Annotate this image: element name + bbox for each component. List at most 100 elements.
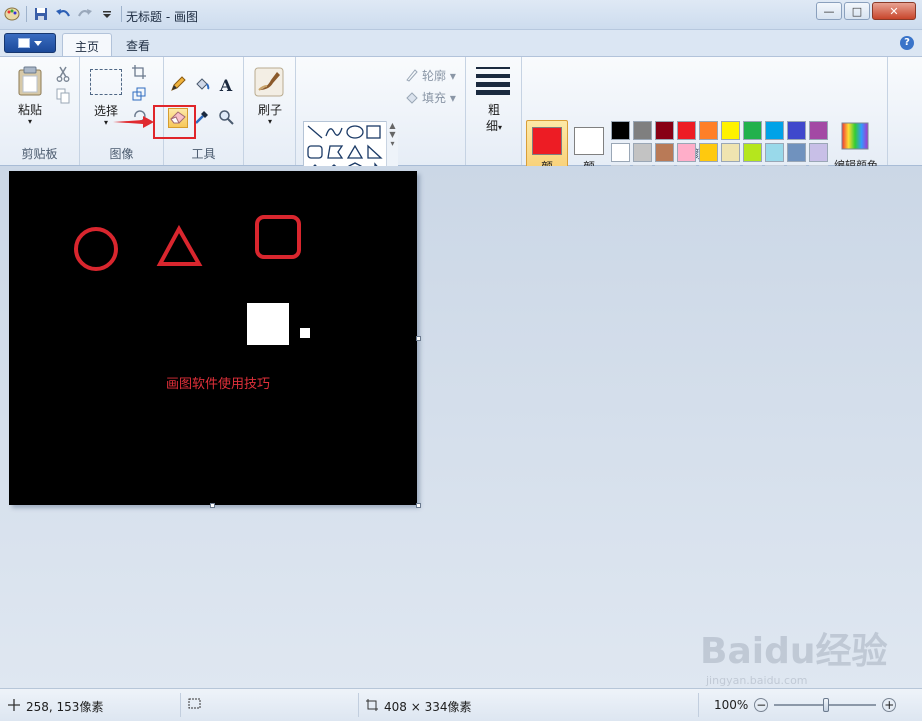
separator <box>26 6 27 22</box>
save-icon[interactable] <box>33 6 49 22</box>
resize-icon[interactable] <box>130 85 148 103</box>
crop-icon[interactable] <box>130 63 148 81</box>
status-separator <box>180 693 181 717</box>
status-separator <box>358 693 359 717</box>
cut-icon[interactable] <box>54 65 72 83</box>
palette-color-swatch[interactable] <box>699 143 718 162</box>
minimize-icon: — <box>823 4 835 18</box>
tab-home[interactable]: 主页 <box>62 33 113 56</box>
palette-color-swatch[interactable] <box>655 121 674 140</box>
paste-dropdown-icon[interactable]: ▾ <box>8 117 52 126</box>
selection-icon <box>188 698 202 713</box>
size-label-1[interactable]: 粗 <box>472 101 516 118</box>
pencil-tool[interactable] <box>168 75 188 95</box>
size-label-2[interactable]: 细▾ <box>472 117 516 134</box>
drawing-canvas[interactable]: 画图软件使用技巧 <box>9 171 417 505</box>
ribbon-tab-row: 主页 查看 ? <box>0 30 922 56</box>
zoom-slider[interactable] <box>774 698 877 712</box>
color2-swatch <box>574 127 604 155</box>
tools-group-label: 工具 <box>191 147 216 161</box>
palette-color-swatch[interactable] <box>765 143 784 162</box>
resize-handle-bottom[interactable] <box>210 503 215 508</box>
pencil-icon <box>170 75 186 95</box>
help-icon[interactable]: ? <box>900 36 914 50</box>
palette-color-swatch[interactable] <box>809 143 828 162</box>
zoom-controls: 100% − + <box>714 698 897 712</box>
palette-color-swatch[interactable] <box>633 143 652 162</box>
undo-icon[interactable] <box>55 6 71 22</box>
canvas-size-text: 408 × 334像素 <box>384 700 472 714</box>
palette-color-swatch[interactable] <box>765 121 784 140</box>
palette-color-swatch[interactable] <box>721 121 740 140</box>
paste-label[interactable]: 粘贴 <box>8 101 52 118</box>
fill-tool[interactable] <box>192 75 212 95</box>
brush-icon[interactable] <box>252 65 286 99</box>
palette-color-swatch[interactable] <box>677 143 696 162</box>
clipboard-group: 粘贴 ▾ 剪贴板 <box>0 57 80 165</box>
white-square-small <box>300 328 310 338</box>
zoom-level: 100% <box>714 698 749 712</box>
size-icon[interactable] <box>476 65 510 95</box>
text-tool[interactable]: A <box>216 75 236 95</box>
watermark-brand: Baidu经验 <box>700 631 888 672</box>
image-group: 选择 ▾ 图像 <box>80 57 164 165</box>
palette-color-swatch[interactable] <box>655 143 674 162</box>
clipboard-group-label: 剪贴板 <box>21 147 58 161</box>
window-title: 无标题 - 画图 <box>126 10 198 24</box>
separator <box>121 6 122 22</box>
watermark-url: jingyan.baidu.com <box>706 674 808 687</box>
palette-color-swatch[interactable] <box>787 143 806 162</box>
red-rounded-square <box>255 215 301 259</box>
paint-bucket-icon <box>194 76 210 95</box>
redo-icon[interactable] <box>77 6 93 22</box>
brushes-label[interactable]: 刷子 <box>248 101 292 118</box>
outline-label[interactable]: 轮廓 ▾ <box>422 67 462 84</box>
minimize-button[interactable]: — <box>816 2 842 20</box>
palette-color-swatch[interactable] <box>633 121 652 140</box>
palette-color-swatch[interactable] <box>611 143 630 162</box>
edit-colors-icon[interactable] <box>840 121 870 151</box>
palette-color-swatch[interactable] <box>677 121 696 140</box>
select-icon[interactable] <box>90 69 122 95</box>
close-button[interactable]: ✕ <box>872 2 916 20</box>
ribbon: 粘贴 ▾ 剪贴板 选择 ▾ 图像 A 工具 刷子 ▾ 轮廓 ▾ 填充 ▾ ▲ ▼… <box>0 56 922 194</box>
resize-handle-right[interactable] <box>416 336 421 341</box>
copy-icon[interactable] <box>54 87 72 105</box>
paste-icon[interactable] <box>16 65 44 97</box>
window-controls: — □ ✕ <box>816 2 916 20</box>
annotation-arrow-icon <box>113 116 154 128</box>
outline-icon[interactable] <box>404 66 420 84</box>
eraser-highlight-box <box>153 105 196 139</box>
crosshair-icon <box>8 699 20 714</box>
title-bar: 无标题 - 画图 — □ ✕ <box>0 0 922 30</box>
fill-label[interactable]: 填充 ▾ <box>422 89 462 106</box>
red-circle <box>74 227 118 271</box>
magnifier-icon <box>218 109 234 128</box>
maximize-icon: □ <box>851 4 863 18</box>
customize-qat-icon[interactable] <box>99 6 115 22</box>
chevron-down-icon <box>34 40 42 46</box>
quick-access-toolbar <box>4 6 122 22</box>
palette-color-swatch[interactable] <box>611 121 630 140</box>
status-separator <box>698 693 699 717</box>
cursor-position-text: 258, 153像素 <box>26 700 104 714</box>
cursor-position: 258, 153像素 <box>8 698 103 715</box>
paint-app-icon[interactable] <box>4 6 20 22</box>
palette-color-swatch[interactable] <box>743 121 762 140</box>
resize-handle-corner[interactable] <box>416 503 421 508</box>
palette-color-swatch[interactable] <box>809 121 828 140</box>
zoom-in-button[interactable]: + <box>882 698 897 712</box>
palette-color-swatch[interactable] <box>787 121 806 140</box>
fill-icon[interactable] <box>404 88 420 106</box>
paint-menu-button[interactable] <box>4 33 56 53</box>
tab-view[interactable]: 查看 <box>114 33 162 56</box>
palette-color-swatch[interactable] <box>721 143 740 162</box>
eyedropper-icon <box>194 109 210 128</box>
maximize-button[interactable]: □ <box>844 2 870 20</box>
zoom-out-button[interactable]: − <box>754 698 769 712</box>
palette-color-swatch[interactable] <box>743 143 762 162</box>
image-group-label: 图像 <box>109 147 134 161</box>
palette-color-swatch[interactable] <box>699 121 718 140</box>
brushes-dropdown-icon[interactable]: ▾ <box>248 117 292 126</box>
magnifier-tool[interactable] <box>216 108 236 128</box>
